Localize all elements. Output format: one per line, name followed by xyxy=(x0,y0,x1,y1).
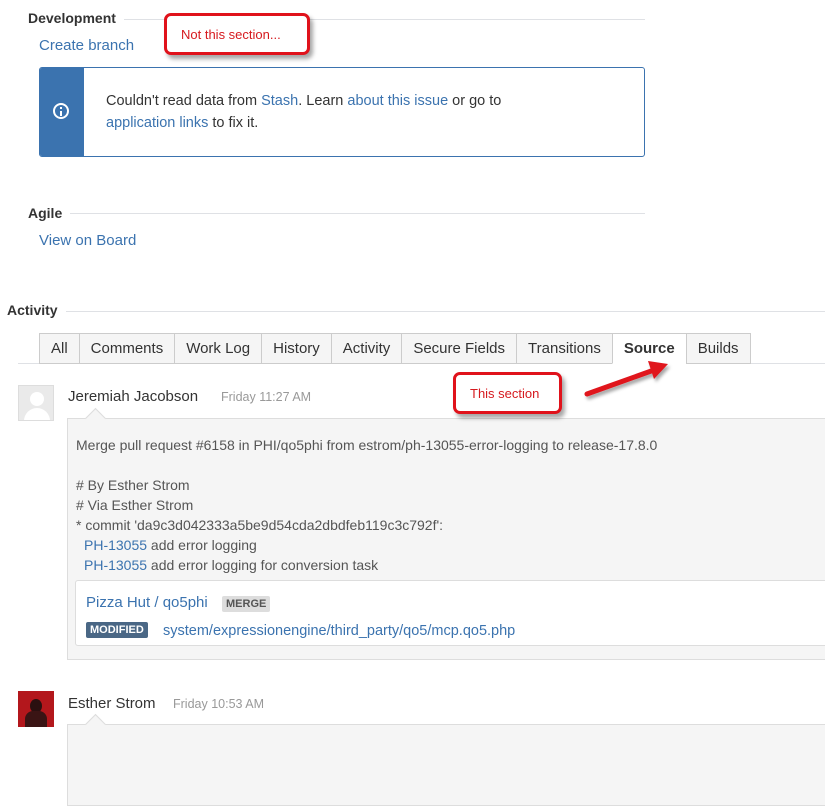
create-branch-link[interactable]: Create branch xyxy=(39,37,134,54)
commit-message-line: PH-13055 add error logging xyxy=(84,537,257,553)
annotation-arrow-icon xyxy=(584,361,668,397)
agile-heading: Agile xyxy=(28,205,71,221)
application-links-link[interactable]: application links xyxy=(106,115,208,131)
file-link[interactable]: system/expressionengine/third_party/qo5/… xyxy=(163,623,515,639)
tab-builds[interactable]: Builds xyxy=(685,333,751,364)
issue-link[interactable]: PH-13055 xyxy=(84,557,147,573)
avatar[interactable] xyxy=(18,385,54,421)
annotation-callout: This section xyxy=(453,372,562,414)
merge-badge: MERGE xyxy=(222,596,271,612)
issue-link[interactable]: PH-13055 xyxy=(84,537,147,553)
modified-badge: MODIFIED xyxy=(86,622,148,638)
commit-message-box xyxy=(67,713,825,806)
development-heading: Development xyxy=(28,10,124,26)
agile-divider xyxy=(28,213,645,214)
commit-message-line: PH-13055 add error logging for conversio… xyxy=(84,557,379,573)
info-message-text: Couldn't read data from Stash. Learn abo… xyxy=(106,93,502,131)
commit-message-line: # By Esther Strom xyxy=(76,477,190,493)
commit-message-line: * commit 'da9c3d042333a5be9d54cda2dbdfeb… xyxy=(76,517,444,533)
tab-secure-fields[interactable]: Secure Fields xyxy=(401,333,517,364)
repository-link[interactable]: Pizza Hut / qo5phi xyxy=(86,594,208,611)
timestamp: Friday 10:53 AM xyxy=(173,697,265,711)
about-issue-link[interactable]: about this issue xyxy=(347,93,448,109)
tab-comments[interactable]: Comments xyxy=(78,333,175,364)
timestamp: Friday 11:27 AM xyxy=(221,390,312,404)
annotation-callout: Not this section... xyxy=(164,13,310,55)
info-bar xyxy=(40,68,84,156)
author-name[interactable]: Esther Strom xyxy=(68,695,156,712)
info-icon xyxy=(53,103,69,119)
tab-history[interactable]: History xyxy=(261,333,331,364)
author-name[interactable]: Jeremiah Jacobson xyxy=(68,388,198,405)
tab-all[interactable]: All xyxy=(39,333,79,364)
stash-link[interactable]: Stash xyxy=(261,93,298,109)
commit-message-line: Merge pull request #6158 in PHI/qo5phi f… xyxy=(76,437,658,453)
view-on-board-link[interactable]: View on Board xyxy=(39,232,136,249)
activity-divider xyxy=(7,311,825,312)
activity-heading: Activity xyxy=(7,302,66,318)
tab-work-log[interactable]: Work Log xyxy=(174,333,262,364)
commit-card: Pizza Hut / qo5phi MERGE MODIFIED system… xyxy=(75,580,825,646)
stash-error-message: Couldn't read data from Stash. Learn abo… xyxy=(39,67,645,157)
avatar[interactable] xyxy=(18,691,54,727)
commit-message-line: # Via Esther Strom xyxy=(76,497,194,513)
tab-activity[interactable]: Activity xyxy=(330,333,402,364)
